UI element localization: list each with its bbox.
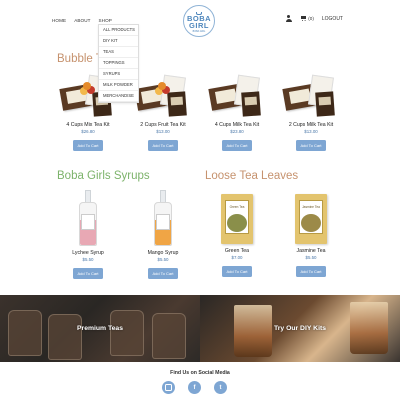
product-name[interactable]: Mango Syrup	[128, 250, 198, 256]
product-name[interactable]: 2 Cups Milk Tea Kit	[276, 122, 346, 128]
instagram-icon[interactable]	[162, 381, 175, 394]
banner-left-label[interactable]: Premium Teas	[77, 325, 123, 332]
product-card-tea[interactable]: Green Tea Green Tea $7.00 Add To Cart	[202, 190, 272, 278]
add-to-cart-button[interactable]: Add To Cart	[222, 266, 252, 277]
product-card-syrup[interactable]: Lychee Syrup $5.50 Add To Cart	[53, 190, 123, 280]
nav-about[interactable]: ABOUT	[74, 18, 90, 23]
menu-item-merchandise[interactable]: MERCHANDISE	[99, 91, 138, 102]
facebook-icon[interactable]: f	[188, 381, 201, 394]
tea-pouch-label: Green Tea	[229, 205, 245, 209]
product-card-syrup[interactable]: Mango Syrup $5.50 Add To Cart	[128, 190, 198, 280]
menu-item-all-products[interactable]: ALL PRODUCTS	[99, 25, 138, 36]
diy-kits-banner[interactable]: Try Our DIY Kits	[200, 295, 400, 362]
product-name[interactable]: Lychee Syrup	[53, 250, 123, 256]
product-image[interactable]: Jasmine Tea	[293, 190, 329, 246]
product-price: $23.80	[230, 129, 244, 134]
menu-item-teas[interactable]: TEAS	[99, 47, 138, 58]
add-to-cart-button[interactable]: Add To Cart	[296, 266, 326, 277]
tea-pouch-label: Jasmine Tea	[302, 205, 320, 209]
shop-dropdown-menu: ALL PRODUCTS DIY KIT TEAS TOPPINGS SYRUP…	[98, 24, 139, 103]
add-to-cart-button[interactable]: Add To Cart	[73, 268, 103, 279]
section-title-syrups: Boba Girls Syrups	[57, 170, 150, 182]
nav-shop[interactable]: SHOP	[99, 18, 112, 23]
product-price: $7.00	[231, 255, 243, 260]
tea-leaves	[227, 214, 247, 232]
header-actions: (0) LOGOUT	[285, 15, 343, 22]
add-to-cart-button[interactable]: Add To Cart	[73, 140, 103, 151]
product-image[interactable]	[280, 72, 342, 120]
product-card-kit[interactable]: 4 Cups Milk Tea Kit $23.80 Add To Cart	[202, 72, 272, 152]
footer-social-title: Find Us on Social Media	[170, 370, 230, 376]
cart-button[interactable]: (0)	[300, 16, 314, 22]
premium-teas-banner[interactable]: Premium Teas	[0, 295, 200, 362]
user-account-icon[interactable]	[285, 15, 292, 22]
logo-cup-icon	[196, 12, 202, 15]
product-image[interactable]	[73, 190, 103, 248]
tea-jar-image	[110, 310, 144, 356]
product-price: $5.50	[82, 257, 94, 262]
logo-line-3: BOBA GIRL	[192, 29, 206, 33]
shopping-cart-icon	[300, 16, 307, 22]
section-title-loose-tea-leaves: Loose Tea Leaves	[205, 170, 299, 182]
twitter-icon[interactable]: t	[214, 381, 227, 394]
tea-jar-image	[48, 314, 82, 360]
product-name[interactable]: Jasmine Tea	[276, 248, 346, 254]
logo-line-2: GIRL	[189, 20, 209, 30]
product-price: $5.50	[157, 257, 169, 262]
product-price: $13.00	[156, 129, 170, 134]
product-image[interactable]	[148, 190, 178, 248]
product-name[interactable]: 2 Cups Fruit Tea Kit	[128, 122, 198, 128]
add-to-cart-button[interactable]: Add To Cart	[222, 140, 252, 151]
brand-logo[interactable]: BOBA GIRL BOBA GIRL	[183, 5, 215, 37]
add-to-cart-button[interactable]: Add To Cart	[148, 140, 178, 151]
banner-right-label[interactable]: Try Our DIY Kits	[274, 325, 326, 332]
product-card-tea[interactable]: Jasmine Tea Jasmine Tea $5.50 Add To Car…	[276, 190, 346, 278]
product-name[interactable]: Green Tea	[202, 248, 272, 254]
product-name[interactable]: 4 Cups Mix Tea Kit	[53, 122, 123, 128]
cart-count: (0)	[308, 16, 314, 21]
milk-tea-cup-image	[350, 302, 388, 354]
tea-leaves	[301, 214, 321, 232]
tea-jar-image	[8, 310, 42, 356]
product-price: $26.80	[81, 129, 95, 134]
menu-item-milk-powder[interactable]: MILK POWDER	[99, 80, 138, 91]
product-price: $13.00	[304, 129, 318, 134]
tea-jar-image	[152, 313, 186, 359]
product-image[interactable]: Green Tea	[219, 190, 255, 246]
social-links: f t	[162, 381, 227, 394]
logout-link[interactable]: LOGOUT	[322, 16, 343, 22]
nav-home[interactable]: HOME	[52, 18, 66, 23]
main-nav: HOME ABOUT SHOP	[52, 18, 112, 23]
add-to-cart-button[interactable]: Add To Cart	[148, 268, 178, 279]
menu-item-toppings[interactable]: TOPPINGS	[99, 58, 138, 69]
product-name[interactable]: 4 Cups Milk Tea Kit	[202, 122, 272, 128]
milk-tea-cup-image	[234, 305, 272, 357]
menu-item-diy-kit[interactable]: DIY KIT	[99, 36, 138, 47]
product-image[interactable]	[206, 72, 268, 120]
product-card-kit[interactable]: 2 Cups Milk Tea Kit $13.00 Add To Cart	[276, 72, 346, 152]
add-to-cart-button[interactable]: Add To Cart	[296, 140, 326, 151]
product-price: $5.50	[305, 255, 317, 260]
product-image[interactable]	[132, 72, 194, 120]
menu-item-syrups[interactable]: SYRUPS	[99, 69, 138, 80]
